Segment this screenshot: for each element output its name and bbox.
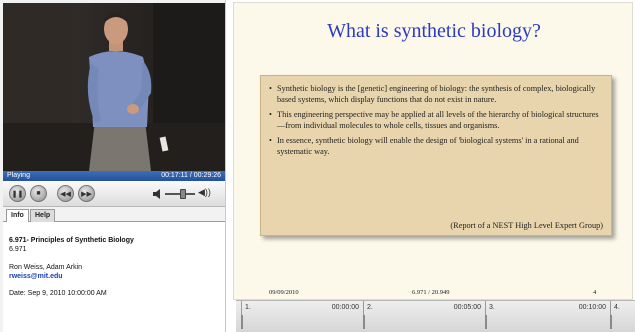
player-panel: Playing 00:17:11 / 00:29:26 ❚❚ ■ ◀◀ ▶▶ ◀… [0,0,226,332]
chapter-marker[interactable]: 3. 00:10:00 [485,301,610,329]
slide-bullet: This engineering perspective may be appl… [269,109,603,132]
chapter-number: 2. [367,304,373,311]
tab-help[interactable]: Help [30,209,56,222]
slide-bullet: Synthetic biology is the [genetic] engin… [269,83,603,106]
fast-forward-icon: ▶▶ [81,190,92,198]
slide-bullet-box: Synthetic biology is the [genetic] engin… [260,75,612,236]
course-title: 6.971- Principles of Synthetic Biology [9,237,134,244]
fast-forward-button[interactable]: ▶▶ [78,185,95,202]
rewind-icon: ◀◀ [60,190,71,198]
slide-footer-date: 09/09/2010 [269,289,299,296]
playback-status: Playing [7,172,30,179]
slide-footer-course: 6.971 / 20.949 [412,289,450,296]
chapter-number: 1. [245,304,251,311]
volume-slider-handle[interactable] [180,189,186,199]
chapter-number: 3. [489,304,495,311]
info-tabs: Info Help [3,208,225,223]
slide-title: What is synthetic biology? [327,20,541,42]
slide-bullet: In essence, synthetic biology will enabl… [269,135,603,158]
chapter-tick [610,315,612,329]
chapter-marker[interactable]: 1. 00:00:00 [241,301,363,329]
speaker-icon [153,189,160,199]
info-panel: 6.971- Principles of Synthetic Biology 6… [3,222,225,332]
pause-icon: ❚❚ [11,190,24,198]
lecture-video-frame [3,3,225,171]
chapter-time: 00:00:00 [331,304,359,311]
instructors: Ron Weiss, Adam Arkin [9,264,83,271]
lecture-date: Date: Sep 9, 2010 10:00:00 AM [9,290,107,297]
rewind-button[interactable]: ◀◀ [57,185,74,202]
chapter-time: 00:10:00 [578,304,606,311]
chapter-tick [363,315,365,329]
mute-button[interactable] [153,189,161,199]
volume-loud-icon: ◀)) [198,187,211,197]
slide-attribution: (Report of a NEST High Level Expert Grou… [450,221,603,230]
slide-page-number: 4 [593,289,597,296]
chapter-marker[interactable]: 2. 00:05:00 [363,301,485,329]
stop-button[interactable]: ■ [30,185,47,202]
pause-button[interactable]: ❚❚ [9,185,26,202]
tab-info[interactable]: Info [6,209,29,223]
course-number: 6.971 [9,246,27,253]
chapter-tick [241,315,243,329]
lecture-video[interactable] [3,3,225,171]
player-controls: ❚❚ ■ ◀◀ ▶▶ ◀)) [3,181,225,207]
stop-icon: ■ [36,190,41,197]
player-status-bar: Playing 00:17:11 / 00:29:26 [3,171,225,181]
slide-view: What is synthetic biology? Synthetic bio… [233,2,633,300]
chapter-time: 00:05:00 [453,304,481,311]
chapter-timeline: 1. 00:00:00 2. 00:05:00 3. 00:10:00 4. [236,300,635,332]
chapter-marker[interactable]: 4. [610,301,634,329]
slide-footer: 09/09/2010 6.971 / 20.949 4 [234,288,634,300]
chapter-tick [485,315,487,329]
playback-time: 00:17:11 / 00:29:26 [161,172,221,179]
instructor-email-link[interactable]: rweiss@mit.edu [9,272,219,281]
chapter-number: 4. [614,304,620,311]
